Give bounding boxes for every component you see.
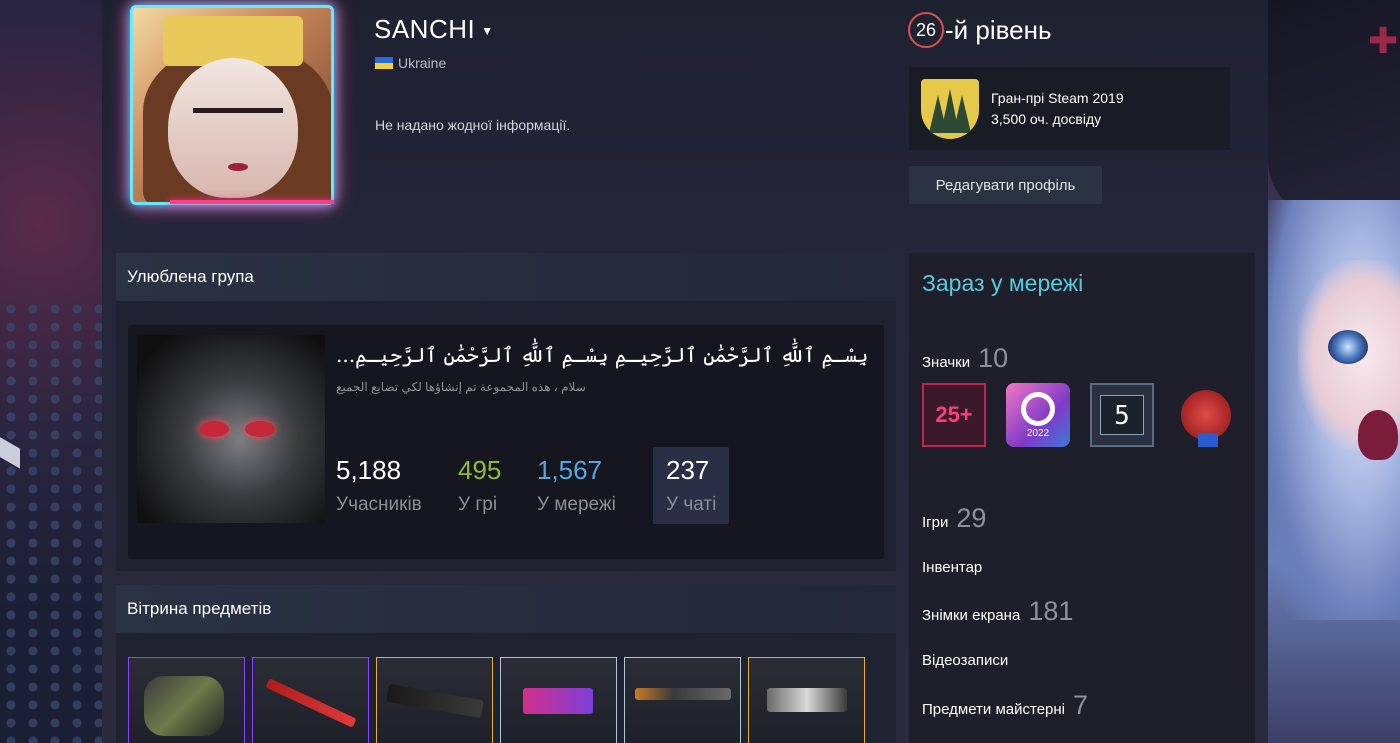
games-label: Ігри [922,514,949,531]
screenshots-label: Знімки екрана [922,607,1021,624]
steam-ring [1021,391,1055,426]
seal-badge-icon[interactable] [1174,383,1238,447]
inventory-link[interactable]: Інвентар [922,559,982,576]
background-dots [0,300,102,743]
username-text: SANCHI [374,14,476,44]
badges-count: 10 [978,343,1009,373]
videos-link[interactable]: Відеозаписи [922,652,1008,669]
badges-label: Значки [922,354,971,371]
deagle-shape [767,688,847,712]
stat-in-chat[interactable]: 237 У чаті [653,447,730,524]
showcase-item-glock[interactable] [500,657,617,743]
avatar-frame-glow [170,200,334,204]
showcase-item-gloves[interactable] [128,657,245,743]
stat-members: 5,188 Учасників [336,455,422,516]
favorite-group-section: Улюблена група ...بِسْـمِ ٱللَّٰهِ ٱلرَّ… [116,253,896,571]
games-link[interactable]: Ігри 29 [922,503,986,534]
gloves-shape [144,676,224,736]
steam-awards-badge-icon [921,78,979,139]
screenshots-link[interactable]: Знімки екрана 181 [922,596,1073,627]
knife-shape [265,678,357,728]
favorite-group-title: Улюблена група [116,253,896,301]
stat-in-chat-label: У чаті [666,494,717,515]
country-name: Ukraine [398,55,447,71]
workshop-label: Предмети майстерні [922,701,1065,718]
item-showcase-title: Вітрина предметів [116,585,896,633]
cross-icon: ✚ [1368,20,1399,61]
rifle-shape [386,683,484,719]
25-plus-badge-icon[interactable]: 25+ [922,383,986,447]
showcase-item-knife[interactable] [252,657,369,743]
profile-level[interactable]: 26 -й рівень [908,12,1052,48]
profile-country: Ukraine [375,55,446,71]
games-count: 29 [956,503,987,533]
stat-members-label: Учасників [336,494,422,515]
background-art-left [0,0,102,743]
favorite-group-card[interactable]: ...بِسْـمِ ٱللَّٰهِ ٱلرَّحْمَٰنِ ٱلرَّحِ… [128,325,884,559]
stat-in-game: 495 У грі [458,455,501,516]
badge-text: 5 [1100,395,1144,435]
badge-list: 25+ 2022 5 [922,383,1238,447]
stat-in-game-value: 495 [458,455,502,485]
edit-profile-button[interactable]: Редагувати профіль [909,166,1102,204]
background-mouth [1358,410,1398,460]
tree-shape [953,94,971,133]
featured-badge-name: Гран-прі Steam 2019 [991,89,1124,106]
level-5-badge-icon[interactable]: 5 [1090,383,1154,447]
stat-online-value: 1,567 [537,455,603,485]
group-avatar[interactable] [137,335,325,523]
ribbon-shape [1198,433,1218,447]
group-name[interactable]: ...بِسْـمِ ٱللَّٰهِ ٱلرَّحْمَٰنِ ٱلرَّحِ… [336,343,868,367]
steam-2022-badge-icon[interactable]: 2022 [1006,383,1070,447]
chevron-down-icon[interactable]: ▼ [481,24,493,38]
workshop-count: 7 [1073,690,1089,720]
group-avatar-eye [245,421,275,437]
online-status: Зараз у мережі [922,270,1084,296]
workshop-link[interactable]: Предмети майстерні 7 [922,690,1088,721]
stat-in-game-label: У грі [458,494,498,515]
stat-online: 1,567 У мережі [537,455,616,516]
stat-members-value: 5,188 [336,455,402,485]
showcase-items [128,657,865,743]
stat-in-chat-value: 237 [666,455,710,485]
showcase-item-usp[interactable] [624,657,741,743]
showcase-item-deagle[interactable] [748,657,865,743]
avatar[interactable] [130,5,334,205]
badge-text: 2022 [1026,427,1050,439]
background-eye [1328,330,1368,364]
featured-badge-xp: 3,500 оч. досвіду [991,110,1102,127]
pistol-shape [523,688,593,714]
inventory-label: Інвентар [922,559,983,576]
background-art-right: ✚ [1268,0,1400,743]
ukraine-flag-icon [375,57,393,69]
videos-label: Відеозаписи [922,652,1009,669]
profile-username[interactable]: SANCHI ▼ [374,14,494,45]
showcase-item-ak47[interactable] [376,657,493,743]
level-suffix: -й рівень [945,14,1052,45]
featured-badge-text: Гран-прі Steam 2019 3,500 оч. досвіду [991,88,1124,130]
featured-badge[interactable]: Гран-прі Steam 2019 3,500 оч. досвіду [909,67,1230,150]
level-number: 26 [908,12,944,48]
avatar-eyes [193,108,283,124]
screenshots-count: 181 [1028,596,1074,626]
group-avatar-eye [199,421,229,437]
stat-online-label: У мережі [537,494,616,515]
silenced-pistol-shape [635,688,731,700]
avatar-face [168,58,298,198]
badges-link[interactable]: Значки 10 [922,343,1008,374]
group-subtitle: سلام ، هذه المجموعة تم إنشاؤها لكي تضايع… [336,380,586,394]
badge-text: 25+ [935,402,973,427]
profile-summary: Не надано жодної інформації. [375,117,571,133]
avatar-lips [228,163,248,171]
profile-sidebar: Зараз у мережі Значки 10 25+ 2022 5 Ігри… [909,253,1255,743]
item-showcase-section: Вітрина предметів [116,585,896,743]
